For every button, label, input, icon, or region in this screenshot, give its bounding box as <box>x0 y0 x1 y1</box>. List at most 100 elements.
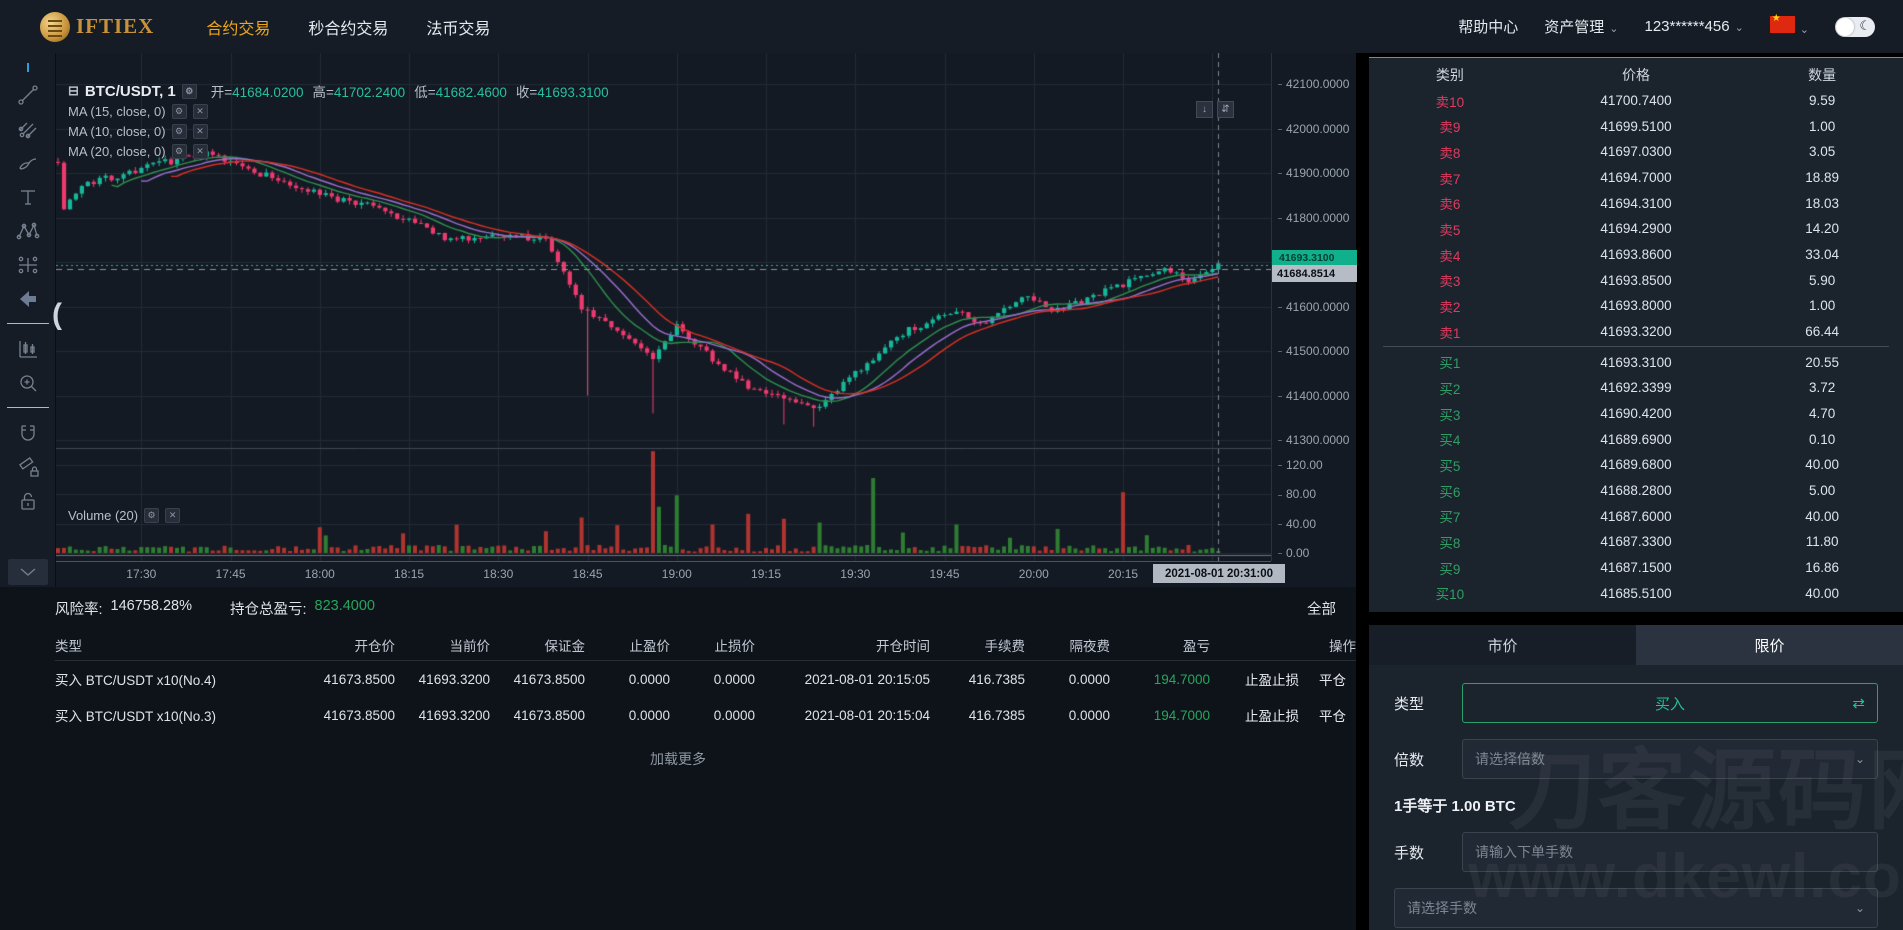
legend-collapse-icon[interactable]: ⊟ <box>68 83 79 99</box>
toolbar-separator <box>6 407 49 408</box>
chevron-down-icon: ⌄ <box>1734 22 1744 34</box>
scroll-latest-icon[interactable]: ⇵ <box>1217 101 1234 118</box>
panel-collapse-handle[interactable]: ( <box>52 298 62 332</box>
close-icon[interactable]: ✕ <box>165 508 181 523</box>
logo[interactable]: IFTIEX <box>40 11 154 42</box>
brush-icon[interactable] <box>8 149 48 176</box>
ask-row[interactable]: 卖3 41693.8500 5.90 <box>1369 267 1903 293</box>
assets-menu[interactable]: 资产管理 ⌄ <box>1544 16 1618 37</box>
load-more-button[interactable]: 加载更多 <box>0 749 1356 769</box>
gear-icon[interactable]: ⚙ <box>171 103 187 119</box>
bid-row[interactable]: 买8 41687.3300 11.80 <box>1369 529 1903 555</box>
nav-item-fiat-trade[interactable]: 法币交易 <box>426 15 490 39</box>
gear-icon[interactable]: ⚙ <box>181 83 197 99</box>
tp-sl-link[interactable]: 止盈止损 <box>1245 669 1299 689</box>
type-label: 类型 <box>1394 695 1425 713</box>
nav-item-contract-trade[interactable]: 合约交易 <box>206 15 270 39</box>
drawing-toolbar <box>0 53 56 587</box>
chart-section: ⊟ BTC/USDT, 1 ⚙ 开=41684.0200 高=41702.2400… <box>0 53 1357 587</box>
price-axis-label: 41300.0000 <box>1278 433 1349 447</box>
positions-header-row: 类型 开仓价 当前价 保证金 止盈价 止损价 开仓时间 手续费 隔夜费 盈亏 操作 <box>55 629 1356 661</box>
ask-row[interactable]: 卖7 41694.7000 18.89 <box>1369 165 1903 191</box>
top-navbar: IFTIEX 合约交易 秒合约交易 法币交易 帮助中心 资产管理 ⌄ 123***… <box>0 0 1903 71</box>
chevron-down-icon: ⌄ <box>1854 901 1865 915</box>
account-menu[interactable]: 123******456 ⌄ <box>1644 18 1743 35</box>
time-axis[interactable]: 2021-08-01 20:31:00 17:30 17:45 18:00 18:15… <box>56 561 1285 587</box>
time-axis-label: 20:15 <box>1108 567 1139 581</box>
bid-row[interactable]: 买4 41689.6900 0.10 <box>1369 426 1903 452</box>
bid-row[interactable]: 买6 41688.2800 5.00 <box>1369 478 1903 504</box>
help-center-link[interactable]: 帮助中心 <box>1458 16 1518 37</box>
risk-bar: 风险率: 146758.28% 持仓总盈亏: 823.4000 全部 <box>0 587 1356 629</box>
drawing-lock-icon[interactable] <box>8 453 48 480</box>
order-book-header: 类别 价格 数量 <box>1435 66 1837 83</box>
gear-icon[interactable]: ⚙ <box>171 143 187 159</box>
lock-icon[interactable] <box>8 487 48 514</box>
order-book-divider <box>1383 346 1889 348</box>
ask-row[interactable]: 卖1 41693.3200 66.44 <box>1369 319 1903 345</box>
bid-row[interactable]: 买2 41692.3399 3.72 <box>1369 375 1903 401</box>
bid-row[interactable]: 买9 41687.1500 16.86 <box>1369 555 1903 581</box>
forecast-icon[interactable] <box>8 251 48 278</box>
toggle-knob <box>1836 17 1854 36</box>
toolbar-separator <box>6 323 49 324</box>
pitchfork-icon[interactable] <box>8 115 48 142</box>
ask-row[interactable]: 卖9 41699.5100 1.00 <box>1369 113 1903 139</box>
bid-row[interactable]: 买10 41685.5100 40.00 <box>1369 580 1903 606</box>
time-axis-label: 17:45 <box>215 567 246 581</box>
gear-icon[interactable]: ⚙ <box>144 508 160 523</box>
collapse-left-icon[interactable] <box>8 285 48 312</box>
zoom-in-icon[interactable] <box>8 369 48 396</box>
position-row: 买入 BTC/USDT x10(No.4) 41673.8500 41693.320… <box>55 661 1356 697</box>
price-axis-label: 41800.0000 <box>1278 211 1349 225</box>
tp-sl-link[interactable]: 止盈止损 <box>1245 705 1299 725</box>
chart-legend: ⊟ BTC/USDT, 1 ⚙ 开=41684.0200 高=41702.2400… <box>68 81 618 161</box>
total-pnl-label: 持仓总盈亏: <box>229 601 307 618</box>
filter-all-link[interactable]: 全部 <box>1307 598 1336 619</box>
price-axis[interactable]: 41693.3100 41684.8514 42100.0000 42000.00… <box>1271 53 1357 561</box>
active-tool-indicator <box>26 63 29 72</box>
leverage-select[interactable]: 请选择倍数 ⌄ <box>1462 739 1878 779</box>
theme-toggle[interactable]: ☾ <box>1835 16 1875 37</box>
hide-panel-chevron-icon[interactable] <box>8 559 48 585</box>
tab-limit-price[interactable]: 限价 <box>1636 625 1903 665</box>
trend-line-icon[interactable] <box>8 81 48 108</box>
ask-row[interactable]: 卖10 41700.7400 9.59 <box>1369 88 1903 114</box>
leverage-label: 倍数 <box>1394 751 1425 769</box>
ask-row[interactable]: 卖5 41694.2900 14.20 <box>1369 216 1903 242</box>
language-menu[interactable]: ⌄ <box>1769 13 1809 37</box>
position-row: 买入 BTC/USDT x10(No.3) 41673.8500 41693.320… <box>55 697 1356 733</box>
nav-item-second-contract-trade[interactable]: 秒合约交易 <box>308 15 388 39</box>
chart-area[interactable]: ⊟ BTC/USDT, 1 ⚙ 开=41684.0200 高=41702.2400… <box>52 53 1357 587</box>
ask-row[interactable]: 卖6 41694.3100 18.03 <box>1369 190 1903 216</box>
time-axis-label: 19:30 <box>840 567 871 581</box>
close-icon[interactable]: ✕ <box>192 143 208 159</box>
price-axis-label: 42000.0000 <box>1278 122 1349 136</box>
scroll-down-icon[interactable]: ↓ <box>1196 101 1213 118</box>
bid-row[interactable]: 买1 41693.3100 20.55 <box>1369 349 1903 375</box>
swap-icon[interactable]: ⇄ <box>1852 694 1865 712</box>
gear-icon[interactable]: ⚙ <box>171 123 187 139</box>
ohlc-values: 开=41684.0200 高=41702.2400 低=41682.4600 收=41… <box>210 85 609 100</box>
compare-bars-icon[interactable] <box>8 335 48 362</box>
xabcd-pattern-icon[interactable] <box>8 217 48 244</box>
lots-input[interactable] <box>1475 844 1865 860</box>
ask-row[interactable]: 卖2 41693.8000 1.00 <box>1369 293 1903 319</box>
lots-select[interactable]: 请选择手数 ⌄ <box>1394 888 1878 928</box>
close-icon[interactable]: ✕ <box>192 123 208 139</box>
close-position-link[interactable]: 平仓 <box>1319 705 1346 725</box>
ask-row[interactable]: 卖4 41693.8600 33.04 <box>1369 242 1903 268</box>
tab-market-price[interactable]: 市价 <box>1369 625 1636 665</box>
lots-label: 手数 <box>1394 844 1425 862</box>
bid-row[interactable]: 买5 41689.6800 40.00 <box>1369 452 1903 478</box>
magnet-icon[interactable] <box>8 419 48 446</box>
bid-row[interactable]: 买3 41690.4200 4.70 <box>1369 401 1903 427</box>
indicator-row-ma10: MA (10, close, 0) ⚙ ✕ <box>68 121 618 141</box>
close-position-link[interactable]: 平仓 <box>1319 669 1346 689</box>
side-buy-button[interactable]: 买入 ⇄ <box>1462 683 1878 723</box>
risk-rate-label: 风险率: <box>55 601 103 618</box>
ask-row[interactable]: 卖8 41697.0300 3.05 <box>1369 139 1903 165</box>
text-icon[interactable] <box>8 183 48 210</box>
close-icon[interactable]: ✕ <box>192 103 208 119</box>
bid-row[interactable]: 买7 41687.6000 40.00 <box>1369 503 1903 529</box>
